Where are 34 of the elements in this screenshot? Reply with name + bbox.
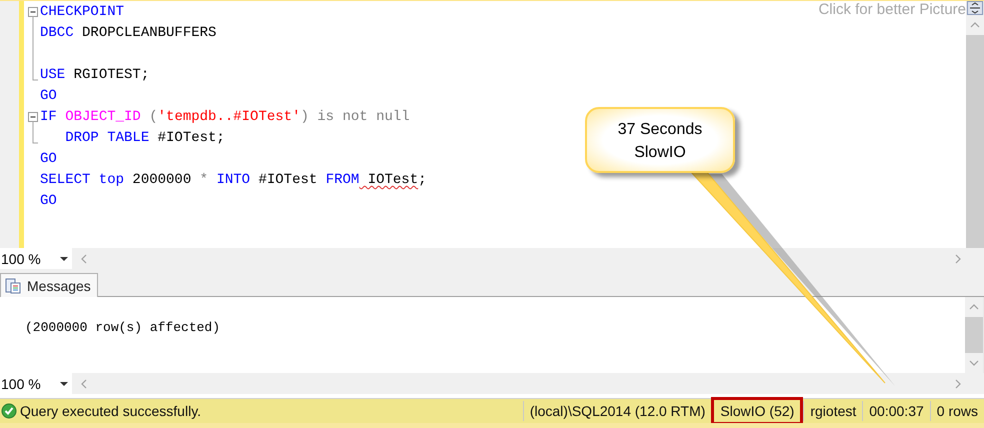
chevron-right-icon[interactable] [954, 378, 962, 388]
chevron-down-icon[interactable] [969, 359, 979, 367]
status-item: (local)\SQL2014 (12.0 RTM) [522, 401, 712, 421]
messages-icon [5, 278, 21, 294]
code-line: GO [40, 150, 57, 169]
scrollbar-thumb[interactable] [965, 317, 983, 353]
vertical-scrollbar[interactable] [965, 297, 984, 373]
status-message: Query executed successfully. [20, 403, 202, 419]
caret-icon [60, 382, 68, 386]
chevron-up-icon[interactable] [969, 303, 979, 311]
zoom-dropdown[interactable]: 100 % [0, 373, 72, 394]
code-line: USE RGIOTEST; [40, 66, 150, 85]
code-line: IF OBJECT_ID ('tempdb..#IOTest') is not null [40, 108, 410, 127]
status-item: rgiotest [803, 401, 862, 421]
code-line: DROP TABLE #IOTest; [64, 129, 225, 148]
message-text: (2000000 row(s) affected) [24, 319, 222, 337]
code-line: SELECT top 2000000 * INTO #IOTest FROM IOTest; [40, 171, 427, 190]
zoom-dropdown[interactable]: 100 % [0, 248, 72, 269]
chevron-left-icon[interactable] [80, 254, 88, 264]
success-icon [1, 403, 17, 419]
chevron-up-icon[interactable] [970, 21, 980, 29]
messages-tab[interactable]: Messages [0, 273, 98, 297]
status-item: 00:00:37 [862, 401, 930, 421]
code-line: CHECKPOINT [40, 3, 124, 22]
code-line: DBCC DROPCLEANBUFFERS [40, 24, 216, 43]
callout-bubble: 37 Seconds SlowIO [585, 107, 735, 173]
chevron-left-icon[interactable] [80, 378, 88, 388]
split-icon [967, 1, 983, 15]
code-line: GO [40, 192, 57, 211]
caret-icon [60, 256, 68, 260]
chevron-right-icon[interactable] [954, 254, 962, 264]
caption-text: Click for better Picture [818, 1, 966, 18]
code-line: GO [40, 87, 57, 106]
status-item: 0 rows [930, 401, 984, 421]
